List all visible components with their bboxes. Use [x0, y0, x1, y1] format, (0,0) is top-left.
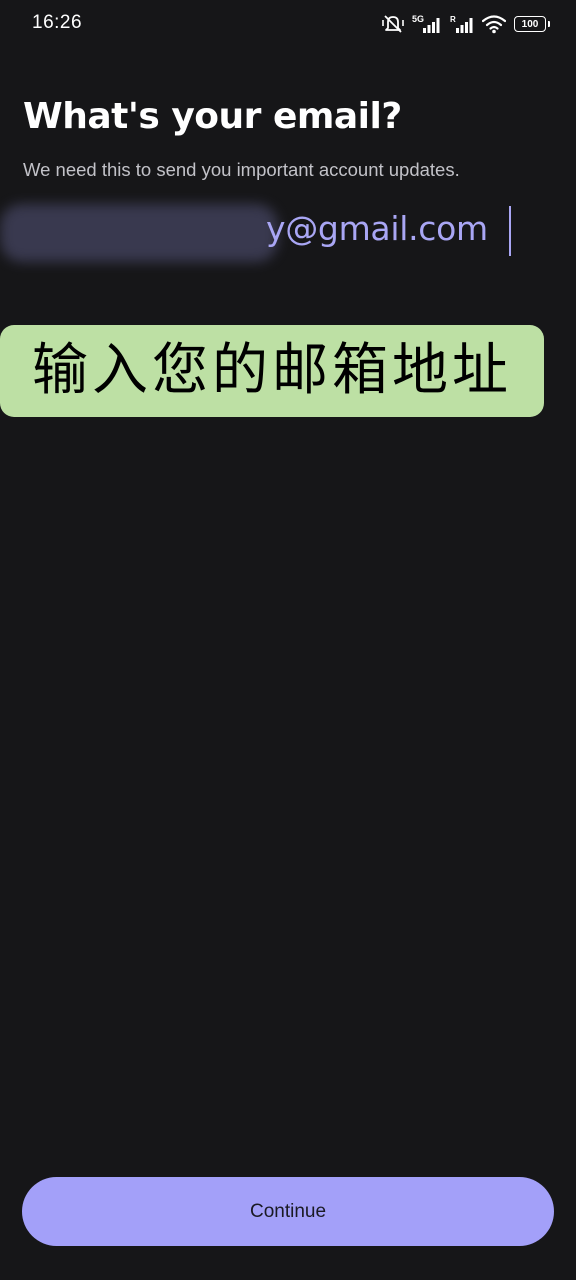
continue-button[interactable]: Continue — [22, 1177, 554, 1246]
signal-5g-icon: 5G — [412, 14, 442, 34]
email-input-value: y@gmail.com — [266, 209, 488, 248]
status-time: 16:26 — [32, 12, 83, 33]
text-cursor — [509, 206, 511, 256]
battery-icon: 100 — [514, 16, 550, 32]
email-signup-screen: 16:26 5G R 100 What's your email? We nee… — [0, 0, 576, 1280]
status-icons: 5G R 100 — [382, 13, 550, 35]
roaming-label: R — [450, 15, 456, 24]
page-title: What's your email? — [23, 96, 402, 137]
mute-vibrate-icon — [382, 14, 404, 34]
redacted-email-blur — [0, 204, 278, 262]
network-type-label: 5G — [412, 14, 424, 24]
signal-roaming-icon: R — [450, 14, 474, 34]
email-input[interactable]: y@gmail.com — [0, 198, 560, 268]
wifi-icon — [482, 14, 506, 34]
chinese-annotation-label: 输入您的邮箱地址 — [0, 325, 544, 417]
status-bar: 16:26 5G R 100 — [0, 0, 576, 48]
page-subtitle: We need this to send you important accou… — [23, 159, 460, 180]
